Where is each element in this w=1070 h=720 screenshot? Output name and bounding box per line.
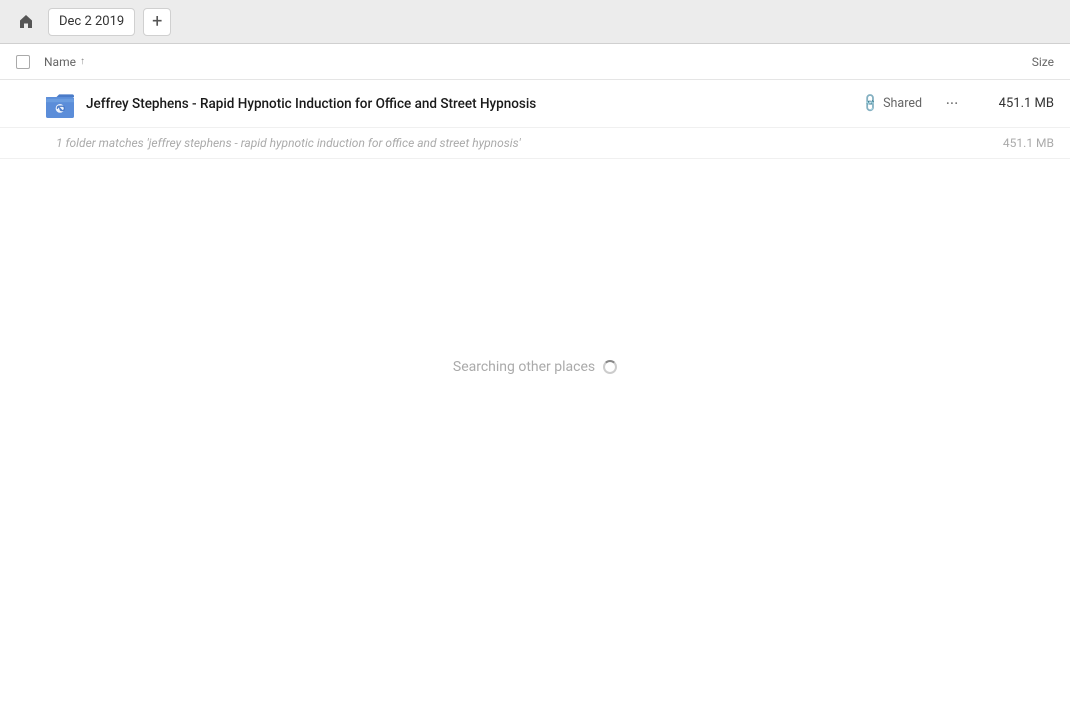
file-name-label: Jeffrey Stephens - Rapid Hypnotic Induct… [86, 96, 863, 112]
table-row[interactable]: Jeffrey Stephens - Rapid Hypnotic Induct… [0, 80, 1070, 128]
summary-text: 1 folder matches 'jeffrey stephens - rap… [56, 136, 1003, 150]
add-button[interactable]: + [143, 8, 171, 36]
breadcrumb[interactable]: Dec 2 2019 [48, 8, 135, 36]
shared-label: Shared [883, 96, 922, 111]
folder-icon [44, 88, 76, 120]
content-area: Name ↑ Size Jeffrey Stephens - Rapid Hyp… [0, 44, 1070, 720]
name-column-header[interactable]: Name ↑ [44, 55, 954, 69]
link-icon: 🔗 [860, 92, 882, 114]
select-all-checkbox[interactable] [16, 55, 30, 69]
size-column-label: Size [1032, 55, 1054, 69]
more-options-button[interactable]: ··· [938, 90, 966, 118]
home-icon [18, 14, 34, 30]
summary-row: 1 folder matches 'jeffrey stephens - rap… [0, 128, 1070, 159]
header-checkbox-cell [16, 55, 44, 69]
folder-svg [46, 90, 74, 118]
searching-text: Searching other places [453, 359, 595, 375]
size-column-header[interactable]: Size [954, 55, 1054, 69]
column-header: Name ↑ Size [0, 44, 1070, 80]
top-bar: Dec 2 2019 + [0, 0, 1070, 44]
shared-badge: 🔗 Shared [863, 96, 922, 111]
loading-spinner [603, 360, 617, 374]
home-button[interactable] [12, 8, 40, 36]
add-icon: + [152, 11, 162, 32]
summary-size: 451.1 MB [1003, 136, 1054, 150]
sort-arrow-icon: ↑ [80, 56, 85, 67]
more-icon: ··· [946, 94, 959, 113]
file-size-value: 451.1 MB [974, 96, 1054, 111]
name-column-label: Name [44, 55, 76, 69]
breadcrumb-label: Dec 2 2019 [59, 14, 124, 29]
searching-section: Searching other places [0, 159, 1070, 375]
